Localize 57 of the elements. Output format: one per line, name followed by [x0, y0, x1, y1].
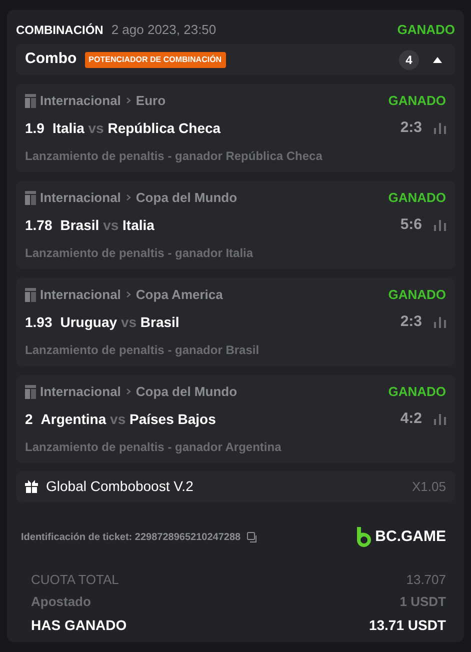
- league-label: Copa del Mundo: [136, 189, 238, 207]
- brand-logo-icon: [357, 527, 372, 548]
- match-line: 1.93 Uruguay vs Brasil: [25, 312, 180, 332]
- stats-icon[interactable]: [434, 316, 446, 328]
- score: 4:2: [400, 408, 422, 429]
- bet-date: 2 ago 2023, 23:50: [111, 21, 216, 40]
- status-label: GANADO: [397, 21, 455, 40]
- category-label: Internacional: [40, 189, 121, 207]
- market-label: Lanzamiento de penaltis - ganador Italia: [25, 246, 254, 260]
- combo-bar[interactable]: Combo POTENCIADOR DE COMBINACIÓN 4: [16, 44, 455, 75]
- brand-name: BC.GAME: [375, 527, 446, 547]
- match-line: 2 Argentina vs Países Bajos: [25, 410, 216, 429]
- market-label: Lanzamiento de penaltis - ganador Argentina: [25, 440, 282, 454]
- category-label: Internacional: [40, 286, 121, 304]
- total-value: 1 USDT: [400, 592, 446, 611]
- score: 2:3: [400, 118, 422, 138]
- chevron-icon: [126, 388, 131, 396]
- boost-label: Global Comboboost V.2: [46, 477, 194, 496]
- market-label: Lanzamiento de penaltis - ganador República Checa: [25, 148, 322, 162]
- league-label: Euro: [136, 92, 166, 110]
- selection-count: 4: [399, 50, 419, 70]
- copy-icon[interactable]: [246, 532, 258, 543]
- league-logo-icon: [25, 288, 36, 302]
- league-logo-icon: [25, 94, 36, 108]
- score: 2:3: [400, 312, 422, 332]
- category-label: Internacional: [40, 383, 121, 401]
- caret-up-icon[interactable]: [433, 56, 442, 62]
- category-label: Internacional: [40, 92, 121, 110]
- chevron-icon: [126, 291, 131, 298]
- status-label: GANADO: [388, 383, 446, 401]
- chevron-icon: [126, 194, 131, 202]
- league-logo-icon: [25, 384, 36, 399]
- stats-icon[interactable]: [434, 220, 446, 230]
- bet-type: COMBINACIÓN: [16, 22, 104, 39]
- gift-icon: [25, 480, 38, 493]
- combo-label: Combo: [25, 49, 77, 70]
- total-label: HAS GANADO: [31, 616, 127, 635]
- boost-multiplier: X1.05: [412, 478, 446, 496]
- status-label: GANADO: [388, 189, 446, 207]
- status-label: GANADO: [388, 92, 446, 110]
- status-label: GANADO: [388, 286, 446, 304]
- league-label: Copa del Mundo: [136, 383, 238, 401]
- chevron-icon: [126, 97, 131, 104]
- match-line: 1.78 Brasil vs Italia: [25, 216, 154, 234]
- market-label: Lanzamiento de penaltis - ganador Brasil: [25, 342, 260, 356]
- league-label: Copa America: [136, 286, 223, 304]
- boost-tag: POTENCIADOR DE COMBINACIÓN: [84, 52, 226, 68]
- total-label: CUOTA TOTAL: [31, 570, 119, 589]
- total-value: 13.707: [406, 570, 446, 589]
- league-logo-icon: [25, 190, 36, 205]
- stats-icon[interactable]: [434, 414, 446, 424]
- score: 5:6: [400, 214, 422, 235]
- total-label: Apostado: [31, 592, 91, 611]
- stats-icon[interactable]: [434, 122, 446, 134]
- match-line: 1.9 Italia vs República Checa: [25, 118, 221, 138]
- total-value: 13.71 USDT: [368, 616, 446, 635]
- ticket-id: Identificación de ticket: 2298728965210247288: [21, 530, 241, 545]
